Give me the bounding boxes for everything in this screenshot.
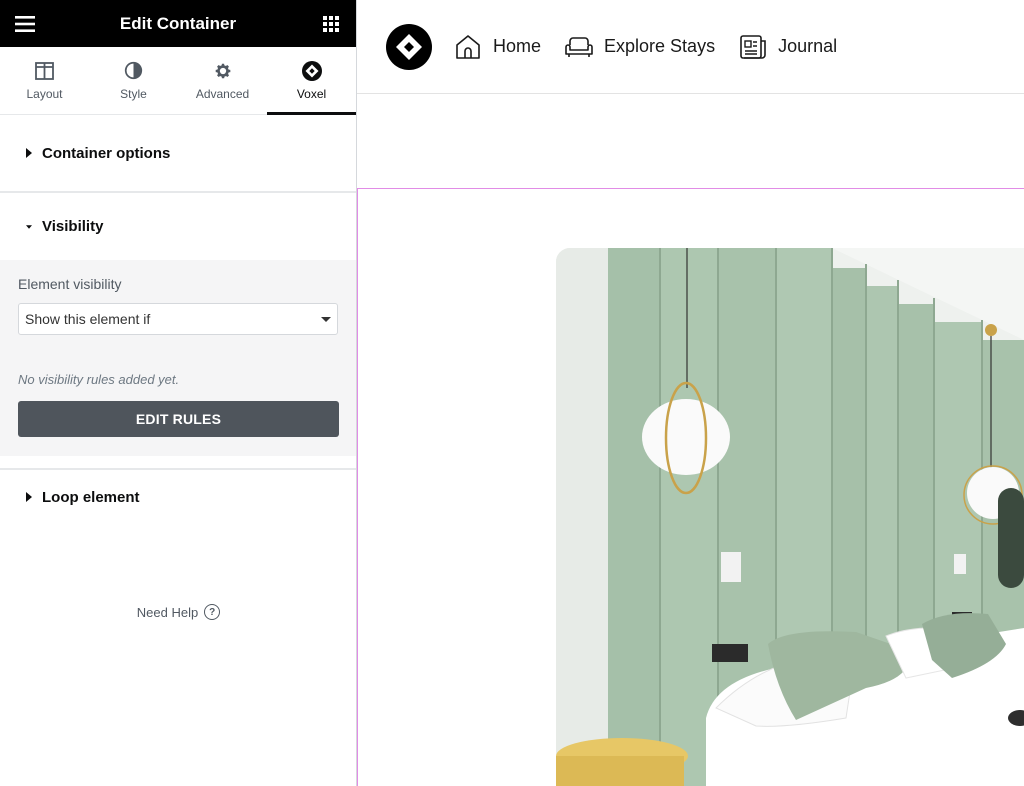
hamburger-menu-icon[interactable]	[13, 12, 37, 36]
question-circle-icon: ?	[204, 604, 221, 620]
caret-right-icon	[26, 148, 32, 158]
selected-container-outline	[357, 188, 1024, 189]
panel-title: Edit Container	[119, 13, 237, 33]
need-help-label: Need Help	[136, 604, 199, 620]
tab-layout[interactable]: Layout	[0, 47, 89, 114]
panel-header: Edit Container	[0, 0, 356, 47]
selected-container-outline-left	[357, 188, 358, 786]
site-header: Home Explore Stays Journal	[357, 0, 1024, 94]
tab-style-label: Style	[120, 86, 147, 101]
chevron-down-icon	[321, 316, 331, 322]
section-visibility[interactable]: Visibility	[0, 193, 356, 260]
tab-layout-label: Layout	[26, 86, 63, 101]
caret-right-icon	[26, 492, 32, 502]
panel-tabs: Layout Style Advanced Voxel	[0, 47, 356, 115]
editor-panel: Edit Container Layout Style Advanced Vox…	[0, 0, 357, 786]
nav-explore-stays[interactable]: Explore Stays	[565, 33, 715, 61]
section-loop-element[interactable]: Loop element	[0, 470, 356, 524]
section-container-options[interactable]: Container options	[0, 115, 356, 191]
visibility-controls: Element visibility Show this element if …	[0, 260, 356, 456]
need-help-link[interactable]: Need Help ?	[0, 604, 357, 620]
home-icon	[454, 33, 482, 61]
site-logo-icon[interactable]	[386, 23, 432, 70]
widgets-grid-icon[interactable]	[319, 12, 343, 36]
newspaper-icon	[739, 33, 767, 61]
element-visibility-label: Element visibility	[18, 276, 122, 292]
element-visibility-value: Show this element if	[25, 311, 151, 327]
section-loop-element-label: Loop element	[42, 488, 140, 506]
nav-home[interactable]: Home	[454, 33, 541, 61]
edit-rules-button[interactable]: EDIT RULES	[18, 401, 339, 437]
section-container-options-label: Container options	[42, 144, 171, 162]
tab-advanced-label: Advanced	[195, 86, 250, 101]
visibility-rules-note: No visibility rules added yet.	[18, 372, 180, 387]
tab-voxel-label: Voxel	[296, 86, 327, 101]
tab-voxel[interactable]: Voxel	[267, 47, 356, 115]
tab-style[interactable]: Style	[89, 47, 178, 114]
caret-down-icon	[26, 222, 32, 232]
nav-journal-label: Journal	[778, 36, 838, 56]
layout-icon	[35, 61, 55, 81]
contrast-icon	[124, 61, 144, 81]
sofa-icon	[565, 33, 593, 61]
tab-advanced[interactable]: Advanced	[178, 47, 267, 114]
nav-home-label: Home	[493, 36, 542, 56]
voxel-icon	[301, 60, 322, 81]
element-visibility-select[interactable]: Show this element if	[18, 303, 338, 335]
gear-icon	[213, 61, 233, 81]
section-visibility-label: Visibility	[42, 218, 104, 235]
nav-journal[interactable]: Journal	[739, 33, 837, 61]
hotel-room-photo	[556, 248, 1024, 786]
nav-explore-stays-label: Explore Stays	[604, 36, 716, 56]
